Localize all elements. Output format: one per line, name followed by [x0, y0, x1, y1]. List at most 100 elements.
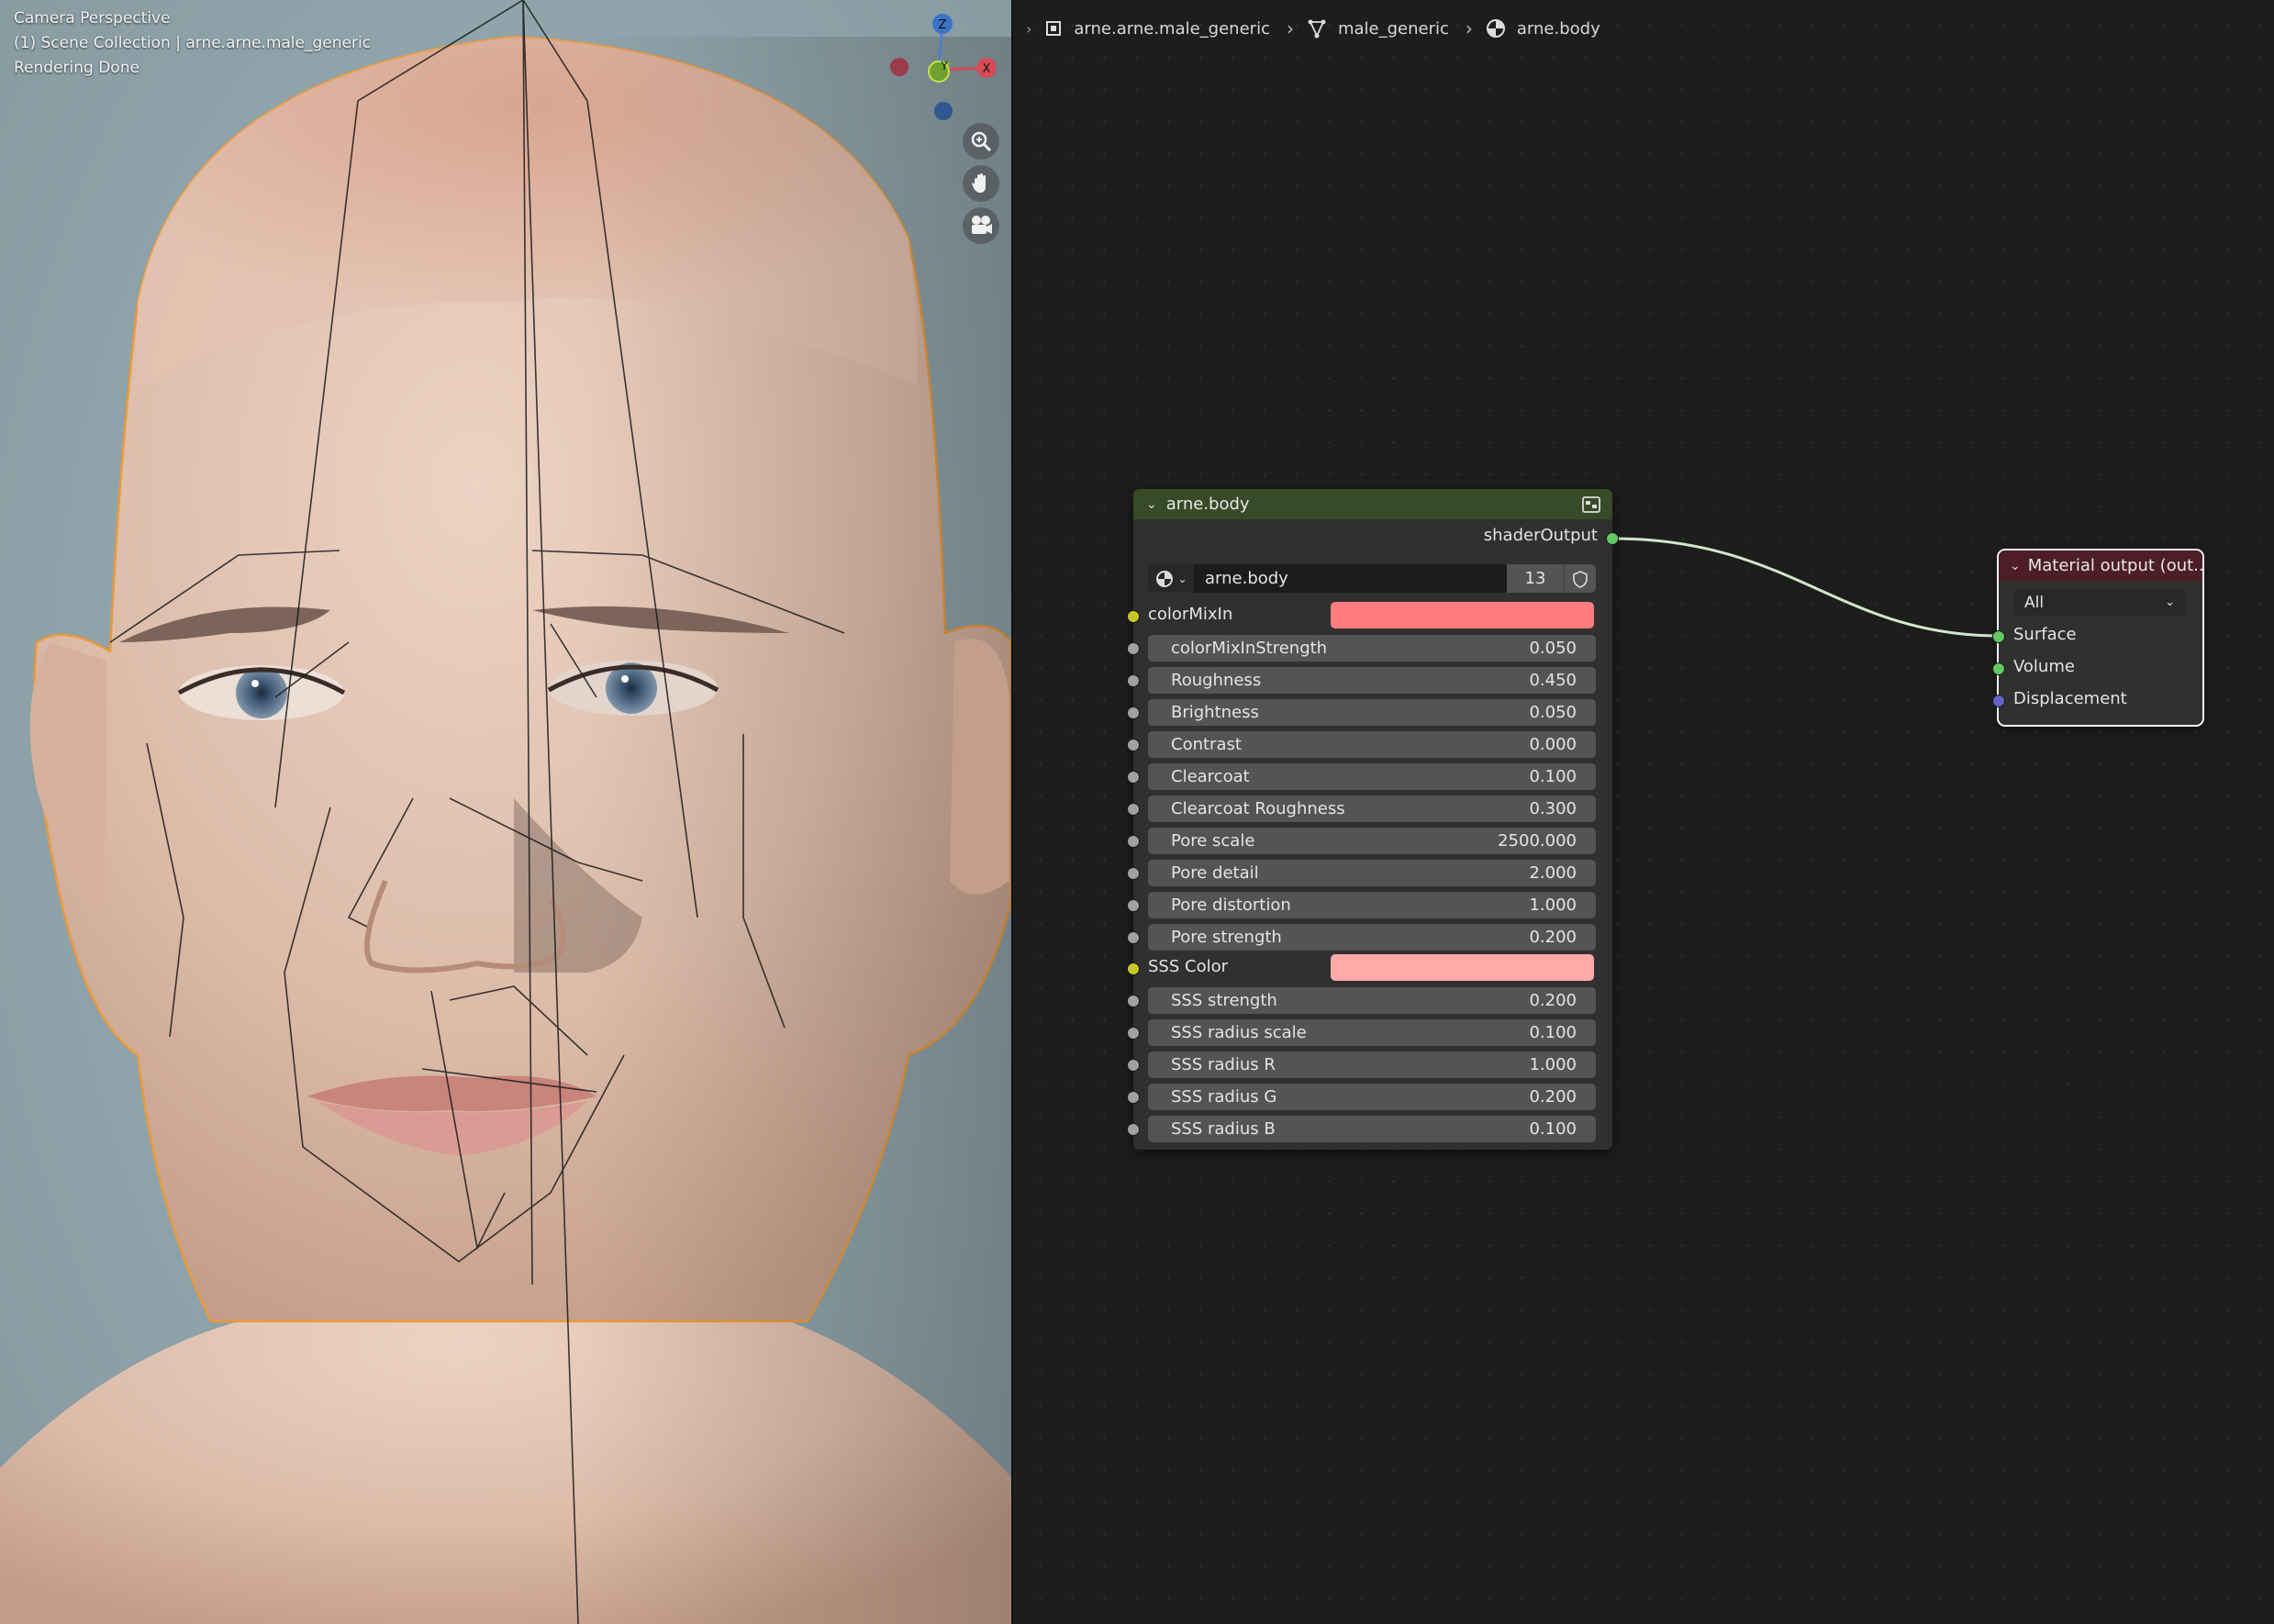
prop-pore-strength[interactable]: Pore strength 0.200	[1148, 924, 1596, 951]
material-output-title: Material output (out...	[2027, 556, 2202, 575]
render-image	[0, 0, 1011, 1624]
prop-label: Pore detail	[1171, 863, 1259, 883]
prop-label: Pore distortion	[1171, 895, 1291, 915]
3d-viewport[interactable]: Camera Perspective (1) Scene Collection …	[0, 0, 1011, 1624]
fake-user-button[interactable]	[1564, 564, 1596, 593]
node-group-datablock[interactable]: ⌄ arne.body 13	[1148, 564, 1596, 593]
prop-label: SSS radius scale	[1171, 1023, 1307, 1042]
group-node-arne-body[interactable]: ⌄ arne.body shaderOutput ⌄ arne.body 13 …	[1127, 489, 1619, 1150]
node-tree-browse-button[interactable]: ⌄	[1148, 564, 1194, 593]
input-socket-SSS-radius-R[interactable]	[1127, 1059, 1140, 1072]
group-node-header[interactable]: ⌄ arne.body	[1133, 489, 1612, 519]
input-socket-SSS-Color[interactable]	[1127, 962, 1140, 975]
prop-value: 0.050	[1529, 639, 1577, 658]
prop-value: 0.300	[1529, 799, 1577, 818]
prop-label: SSS strength	[1171, 991, 1277, 1010]
input-socket-colorMixIn[interactable]	[1127, 610, 1140, 623]
prop-pore-distortion[interactable]: Pore distortion 1.000	[1148, 892, 1596, 918]
input-socket-colorMixInStrength[interactable]	[1127, 642, 1140, 655]
input-socket-SSS-radius-scale[interactable]	[1127, 1027, 1140, 1040]
shader-node-editor[interactable]: › arne.arne.male_generic › male_generic …	[1013, 0, 2274, 1624]
input-SSS-Color-label: SSS Color	[1148, 957, 1228, 976]
datablock-name-field[interactable]: arne.body	[1194, 564, 1507, 593]
input-volume-label: Volume	[2013, 657, 2075, 676]
prop-value: 0.050	[1529, 703, 1577, 722]
collapse-node-icon[interactable]: ⌄	[1146, 497, 1157, 512]
chevron-down-icon: ⌄	[1177, 572, 1187, 585]
input-socket-SSS-strength[interactable]	[1127, 995, 1140, 1007]
prop-colorMixInStrength[interactable]: colorMixInStrength 0.050	[1148, 635, 1596, 662]
node-group-icon[interactable]	[1581, 495, 1601, 514]
prop-brightness[interactable]: Brightness 0.050	[1148, 699, 1596, 726]
prop-value: 0.100	[1529, 1023, 1577, 1042]
gizmo-neg-x-axis[interactable]	[890, 58, 908, 76]
input-socket-Brightness[interactable]	[1127, 706, 1140, 719]
prop-sss-radius-scale[interactable]: SSS radius scale 0.100	[1148, 1019, 1596, 1046]
zoom-icon[interactable]	[963, 123, 999, 160]
gizmo-y-label: Y	[940, 60, 948, 72]
material-browse-icon	[1156, 570, 1174, 587]
prop-pore-scale[interactable]: Pore scale 2500.000	[1148, 828, 1596, 854]
input-socket-displacement[interactable]	[1992, 695, 2005, 707]
prop-label: colorMixInStrength	[1171, 639, 1328, 658]
input-socket-Pore-strength[interactable]	[1127, 931, 1140, 944]
input-socket-Pore-distortion[interactable]	[1127, 899, 1140, 912]
sss-color-swatch[interactable]	[1331, 954, 1594, 981]
prop-value: 0.200	[1529, 991, 1577, 1010]
collapse-node-icon[interactable]: ⌄	[2010, 559, 2021, 573]
prop-value: 2.000	[1529, 863, 1577, 883]
prop-label: SSS radius R	[1171, 1055, 1276, 1074]
prop-sss-radius-g[interactable]: SSS radius G 0.200	[1148, 1084, 1596, 1110]
input-socket-SSS-radius-B[interactable]	[1127, 1123, 1140, 1136]
input-socket-Contrast[interactable]	[1127, 739, 1140, 751]
axis-navigation-gizmo[interactable]: Z Y X	[886, 9, 996, 128]
group-node-title: arne.body	[1165, 495, 1250, 514]
input-displacement-label: Displacement	[2013, 689, 2127, 708]
gizmo-x-label: X	[983, 62, 991, 76]
camera-view-icon[interactable]	[963, 207, 999, 244]
prop-sss-strength[interactable]: SSS strength 0.200	[1148, 987, 1596, 1014]
prop-label: Clearcoat	[1171, 767, 1250, 786]
prop-value: 1.000	[1529, 1055, 1577, 1074]
material-output-node[interactable]: ⌄ Material output (out... All ⌄ Surface …	[1992, 549, 2204, 727]
input-socket-surface[interactable]	[1992, 630, 2005, 643]
input-socket-Roughness[interactable]	[1127, 674, 1140, 687]
input-socket-volume[interactable]	[1992, 662, 2005, 675]
output-shaderOutput-label: shaderOutput	[1483, 526, 1598, 545]
prop-label: Brightness	[1171, 703, 1259, 722]
input-surface-label: Surface	[2013, 625, 2077, 644]
prop-value: 0.100	[1529, 767, 1577, 786]
input-socket-Pore-detail[interactable]	[1127, 867, 1140, 880]
prop-value: 0.100	[1529, 1119, 1577, 1139]
colorMixIn-color-swatch[interactable]	[1331, 602, 1594, 628]
prop-label: Pore strength	[1171, 928, 1282, 947]
prop-label: Contrast	[1171, 735, 1242, 754]
input-socket-Clearcoat[interactable]	[1127, 771, 1140, 784]
prop-contrast[interactable]: Contrast 0.000	[1148, 731, 1596, 758]
prop-pore-detail[interactable]: Pore detail 2.000	[1148, 860, 1596, 886]
chevron-down-icon: ⌄	[2165, 595, 2175, 609]
input-socket-Clearcoat-Roughness[interactable]	[1127, 803, 1140, 816]
prop-value: 0.000	[1529, 735, 1577, 754]
prop-value: 1.000	[1529, 895, 1577, 915]
prop-roughness[interactable]: Roughness 0.450	[1148, 667, 1596, 694]
prop-clearcoat[interactable]: Clearcoat 0.100	[1148, 763, 1596, 790]
prop-label: Clearcoat Roughness	[1171, 799, 1345, 818]
input-socket-SSS-radius-G[interactable]	[1127, 1091, 1140, 1104]
viewport-mode-label: Camera Perspective	[14, 9, 171, 28]
prop-sss-radius-b[interactable]: SSS radius B 0.100	[1148, 1116, 1596, 1142]
prop-value: 0.200	[1529, 928, 1577, 947]
output-socket-shaderOutput[interactable]	[1606, 532, 1619, 545]
prop-clearcoat-roughness[interactable]: Clearcoat Roughness 0.300	[1148, 795, 1596, 822]
material-output-header[interactable]: ⌄ Material output (out...	[1999, 551, 2202, 581]
prop-label: SSS radius B	[1171, 1119, 1276, 1139]
user-count-button[interactable]: 13	[1507, 564, 1564, 593]
prop-sss-radius-r[interactable]: SSS radius R 1.000	[1148, 1051, 1596, 1078]
hand-pan-icon[interactable]	[963, 165, 999, 202]
output-target-dropdown[interactable]: All ⌄	[2013, 589, 2186, 616]
input-socket-Pore-scale[interactable]	[1127, 835, 1140, 848]
shield-icon	[1573, 570, 1588, 588]
prop-value: 0.200	[1529, 1087, 1577, 1107]
prop-label: SSS radius G	[1171, 1087, 1277, 1107]
gizmo-neg-z-axis[interactable]	[934, 102, 953, 120]
